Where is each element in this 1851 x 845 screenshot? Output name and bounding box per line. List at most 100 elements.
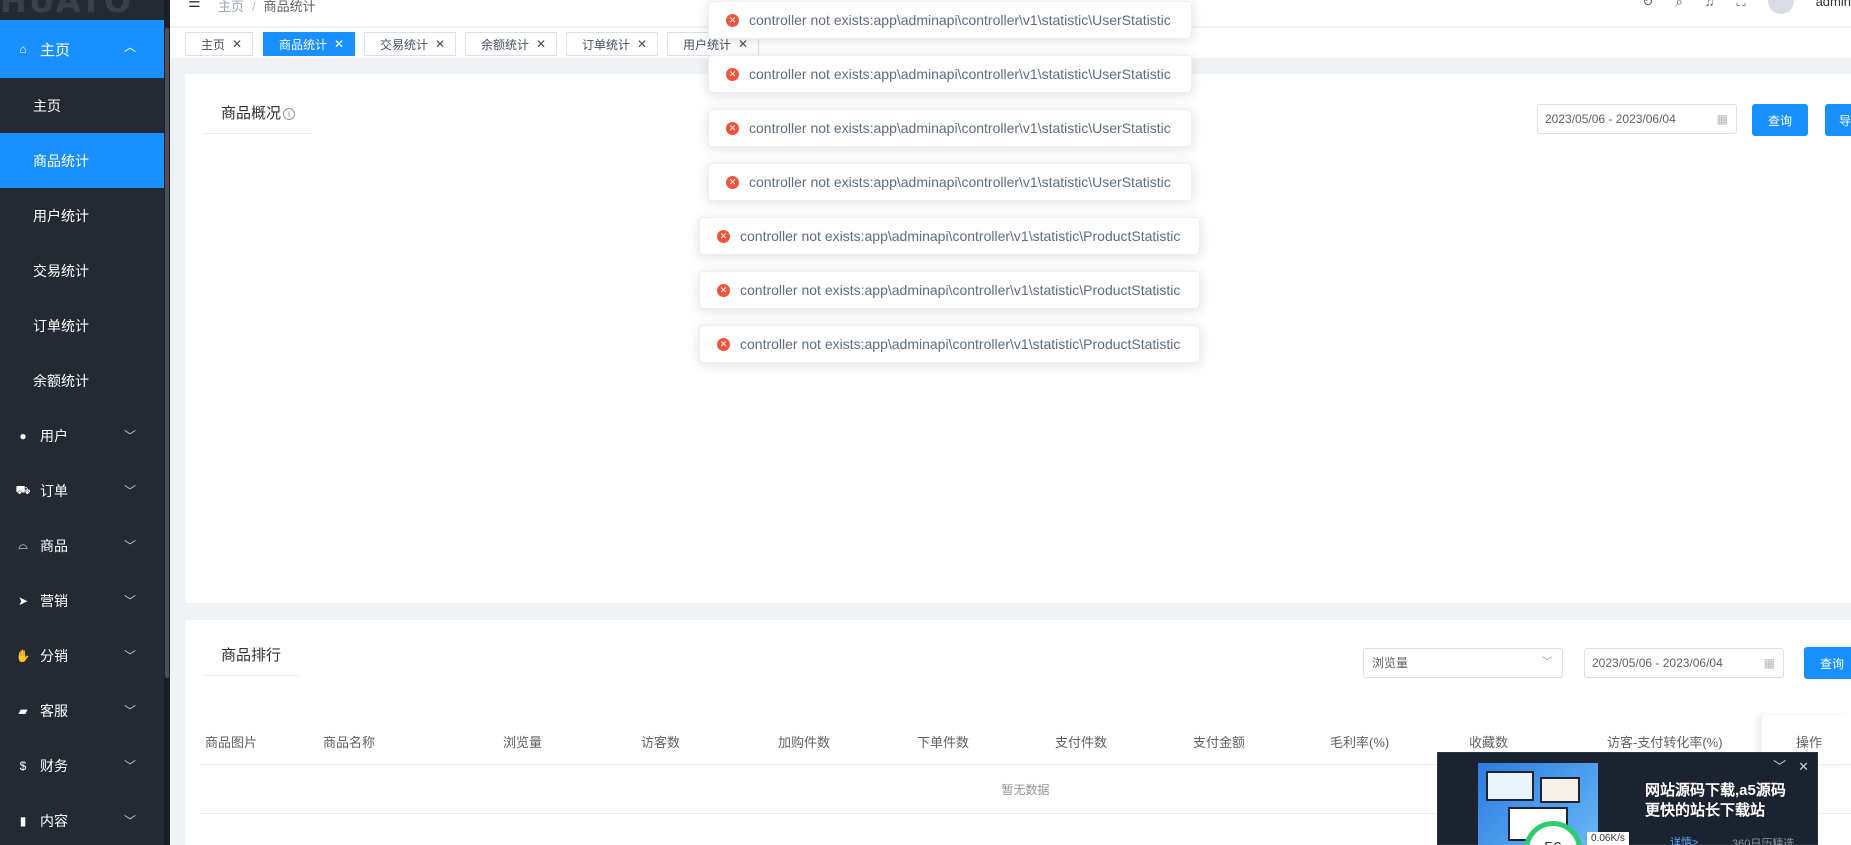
breadcrumb-item[interactable]: 主页 [218,0,244,14]
column-header[interactable]: 加购件数 [778,732,830,751]
dollar-icon: $ [19,758,27,773]
error-icon: ✕ [726,13,739,27]
sidebar-subitem-order-stats[interactable]: 订单统计 [0,298,164,353]
chevron-down-icon: ﹀ [123,539,136,553]
close-icon[interactable]: ✕ [1798,759,1809,774]
chevron-down-icon: ﹀ [123,484,136,498]
sidebar-subitem-home[interactable]: 主页 [0,78,164,133]
tag-trade-stats[interactable]: 交易统计 ✕ [364,32,457,56]
column-header: 操作 [1796,735,1823,750]
close-icon[interactable]: ✕ [637,37,647,51]
overview-title: 商品概况 i [203,94,314,134]
speed-readout: 0.06K/s [1587,832,1629,845]
column-header[interactable]: 支付金额 [1193,732,1245,751]
calendar-icon: ▦ [1716,112,1728,126]
close-icon[interactable]: ✕ [435,37,445,51]
overview-export-button[interactable]: 导 [1825,104,1851,136]
column-header[interactable]: 商品名称 [323,732,375,751]
sidebar-menu-label: 主页 [40,41,71,59]
tag-order-stats[interactable]: 订单统计 ✕ [566,32,659,56]
error-toast: ✕ controller not exists:app\adminapi\cont… [699,217,1200,255]
error-icon: ✕ [717,283,730,297]
sidebar-item-order[interactable]: ⛟ 订单 ﹀ [0,463,164,518]
close-icon[interactable]: ✕ [738,37,748,51]
ad-title[interactable]: 网站源码下载,a5源码 更快的站长下载站 [1645,781,1786,821]
book-icon: ▮ [19,813,27,828]
refresh-icon[interactable]: ↻ [1643,0,1654,14]
column-header[interactable]: 收藏数 [1469,732,1508,751]
username[interactable]: admin [1816,0,1851,14]
chevron-down-icon: ﹀ [123,594,136,608]
error-toast: ✕ controller not exists:app\adminapi\cont… [699,271,1200,309]
sidebar-item-content[interactable]: ▮ 内容 ﹀ [0,793,164,845]
sidebar: HUATO ⌂ 主页 ︿ 主页 商品统计 用户统计 交易统计 订单统计 余额统计… [0,0,170,845]
sidebar-subitem-trade-stats[interactable]: 交易统计 [0,243,164,298]
breadcrumb-item-current: 商品统计 [263,0,316,14]
bell-icon[interactable]: ♫ [1705,0,1715,14]
handshake-icon: ✋ [15,648,31,663]
error-toast: ✕ controller not exists:app\adminapi\cont… [708,163,1192,201]
sidebar-subitem-product-stats[interactable]: 商品统计 [0,133,164,188]
tag-home[interactable]: 主页 ✕ [185,32,254,56]
user-icon: ● [19,428,27,443]
basket-icon: ⌓ [18,538,28,552]
menu-toggle-icon[interactable]: ☰ [188,0,201,11]
error-toast: ✕ controller not exists:app\adminapi\cont… [708,109,1192,147]
close-icon[interactable]: ✕ [334,37,344,51]
ranking-date-range[interactable]: 2023/05/06 - 2023/06/04 ▦ [1584,648,1784,678]
logo: HUATO [0,0,134,20]
error-toast: ✕ controller not exists:app\adminapi\cont… [708,1,1192,39]
tag-product-stats[interactable]: 商品统计 ✕ [263,32,356,56]
fullscreen-icon[interactable]: ⛶ [1736,0,1745,14]
tag-balance-stats[interactable]: 余额统计 ✕ [465,32,558,56]
info-icon[interactable]: i [283,108,296,121]
send-icon: ➤ [17,593,29,608]
column-header[interactable]: 毛利率(%) [1330,732,1389,751]
column-header[interactable]: 浏览量 [503,732,542,751]
close-icon[interactable]: ✕ [536,37,546,51]
sidebar-item-distribution[interactable]: ✋ 分销 ﹀ [0,628,164,683]
overview-query-button[interactable]: 查询 [1752,104,1808,136]
calendar-icon: ▦ [1763,656,1775,670]
chevron-down-icon: ﹀ [123,649,136,663]
chat-icon: ▰ [18,703,28,718]
sidebar-item-user[interactable]: ● 用户 ﹀ [0,408,164,463]
sidebar-item-product[interactable]: ⌓ 商品 ﹀ [0,518,164,573]
ad-popup[interactable]: ﹀✕ 网站源码下载,a5源码 更快的站长下载站 56 0.06K/s 详情> 3… [1437,752,1818,845]
chevron-down-icon: ﹀ [1542,657,1552,668]
ad-controls: ﹀ ✕ [1761,756,1809,775]
sidebar-subitem-user-stats[interactable]: 用户统计 [0,188,164,243]
chevron-down-icon: ﹀ [123,759,136,773]
sidebar-scrollbar[interactable] [164,0,170,845]
ranking-query-button[interactable]: 查询 [1804,647,1851,679]
cart-icon: ⛟ [15,482,31,497]
column-header[interactable]: 访客数 [641,732,680,751]
ad-source-label: 360日历精选 [1732,838,1795,845]
error-toast: ✕ controller not exists:app\adminapi\cont… [708,55,1192,93]
column-header[interactable]: 下单件数 [917,732,969,751]
search-icon[interactable]: ⌕ [1675,0,1682,14]
chevron-down-icon: ﹀ [123,429,136,443]
chevron-down-icon[interactable]: ﹀ [1773,759,1786,774]
column-header[interactable]: 支付件数 [1055,732,1107,751]
ranking-sort-select[interactable]: 浏览量 ﹀ [1363,648,1563,678]
ranking-title: 商品排行 [203,636,300,676]
error-icon: ✕ [717,337,730,351]
chevron-down-icon: ﹀ [123,704,136,718]
sidebar-item-marketing[interactable]: ➤ 营销 ﹀ [0,573,164,628]
avatar[interactable] [1767,0,1794,14]
error-icon: ✕ [726,121,739,135]
overview-date-range[interactable]: 2023/05/06 - 2023/06/04 ▦ [1537,104,1737,134]
error-icon: ✕ [726,175,739,189]
ad-detail-link[interactable]: 详情> [1670,834,1698,845]
column-header[interactable]: 访客-支付转化率(%) [1607,732,1723,751]
column-header[interactable]: 商品图片 [205,732,257,751]
close-icon[interactable]: ✕ [232,37,242,51]
sidebar-menu-home[interactable]: ⌂ 主页 ︿ [0,20,164,78]
sidebar-subitem-balance-stats[interactable]: 余额统计 [0,353,164,408]
breadcrumb: 主页 / 商品统计 [218,0,316,14]
sidebar-item-service[interactable]: ▰ 客服 ﹀ [0,683,164,738]
sidebar-item-finance[interactable]: $ 财务 ﹀ [0,738,164,793]
scrollbar-thumb[interactable] [165,28,169,678]
home-icon: ⌂ [19,42,27,56]
